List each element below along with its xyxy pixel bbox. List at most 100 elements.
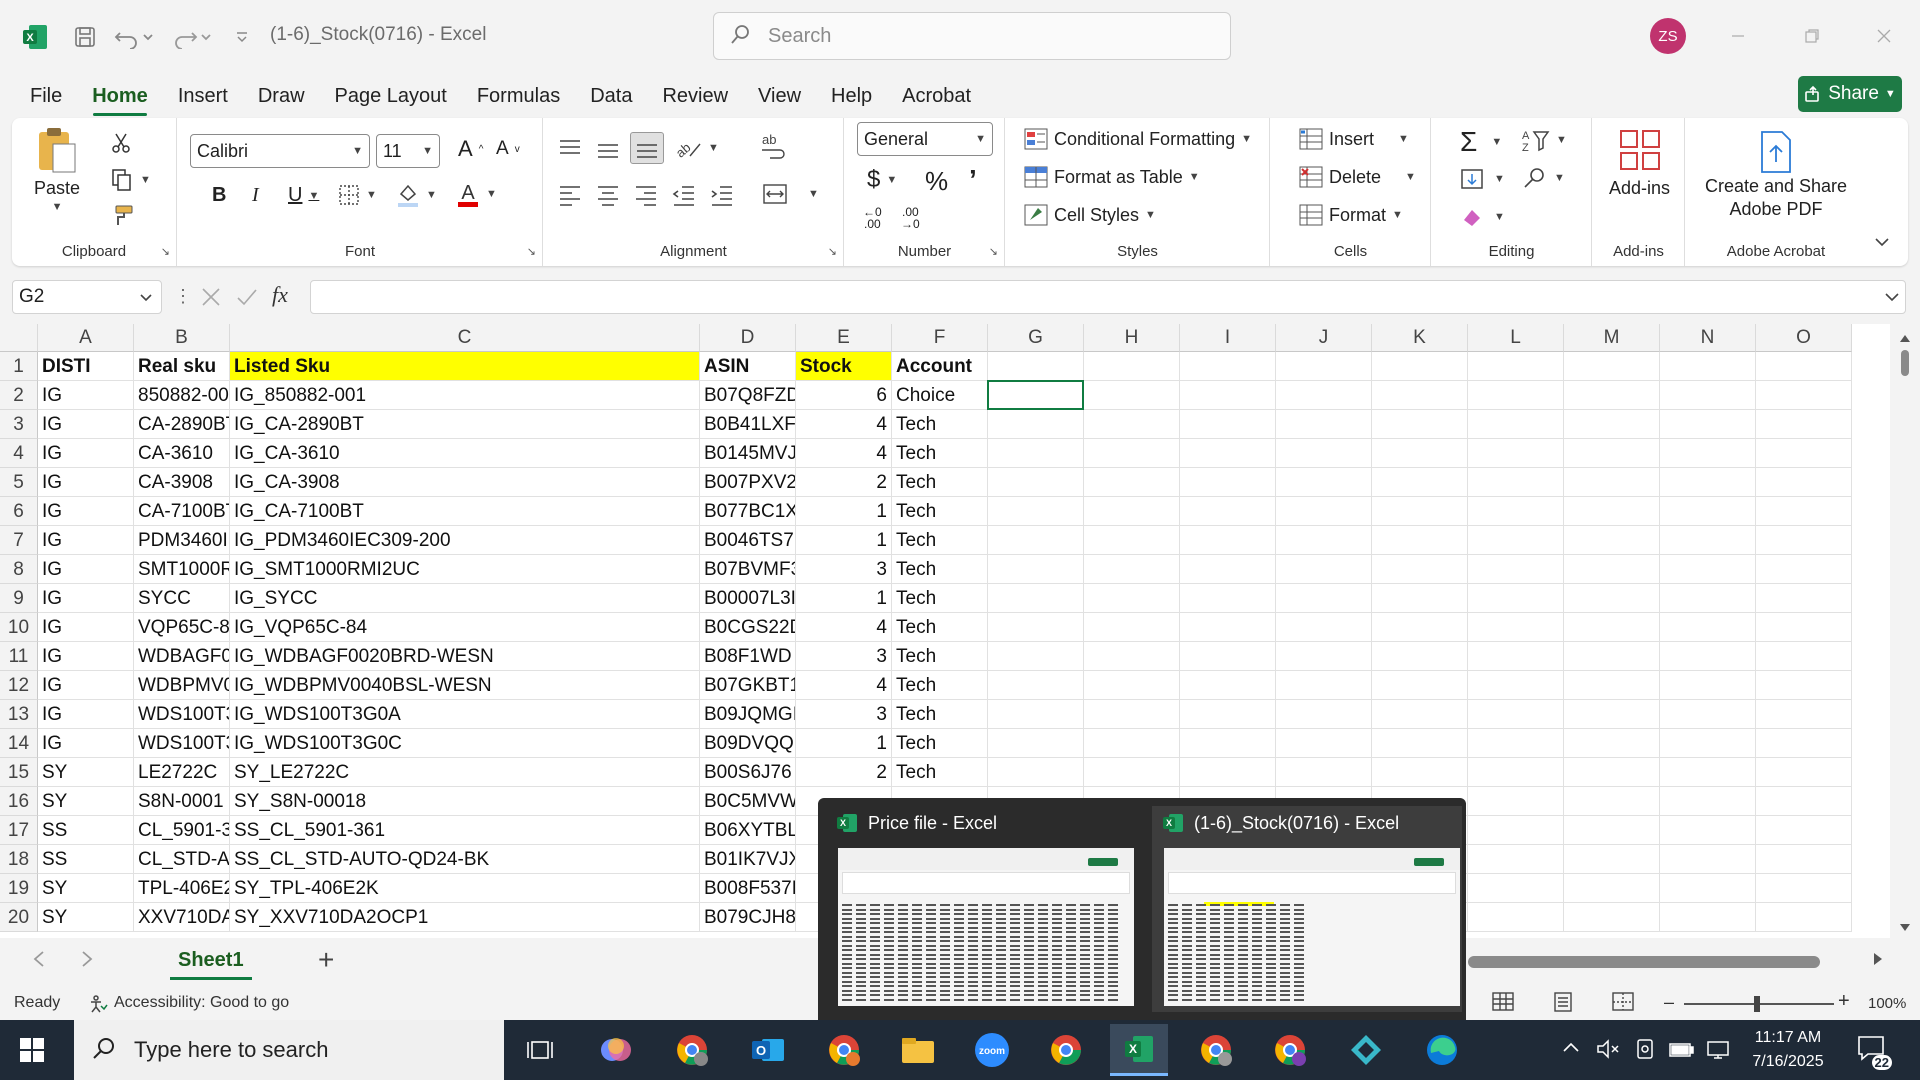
cell-d6[interactable]: B077BC1X (700, 497, 796, 526)
add-sheet-icon[interactable]: + (318, 944, 334, 976)
tab-help[interactable]: Help (816, 78, 887, 114)
align-bottom-icon[interactable] (630, 132, 664, 164)
row-header[interactable]: 18 (0, 845, 38, 874)
clipboard-launcher-icon[interactable]: ↘ (161, 245, 170, 258)
delete-cells-button[interactable]: Delete ▼ (1299, 166, 1416, 188)
cell-n4[interactable] (1660, 439, 1756, 468)
row-header[interactable]: 4 (0, 439, 38, 468)
cell-h6[interactable] (1084, 497, 1180, 526)
cell-o9[interactable] (1756, 584, 1852, 613)
notifications-icon[interactable]: 22 (1856, 1034, 1892, 1070)
cell-b16[interactable]: S8N-0001 (134, 787, 230, 816)
cell-b11[interactable]: WDBAGF0 (134, 642, 230, 671)
bold-icon[interactable]: B (212, 184, 226, 207)
cell-m20[interactable] (1564, 903, 1660, 932)
cell-g9[interactable] (988, 584, 1084, 613)
cell-o10[interactable] (1756, 613, 1852, 642)
format-cells-button[interactable]: Format ▼ (1299, 204, 1403, 226)
cell-c1[interactable]: Listed Sku (230, 352, 700, 381)
normal-view-icon[interactable] (1492, 992, 1514, 1017)
zoom-app-icon[interactable]: zoom (968, 1028, 1016, 1072)
row-header[interactable]: 16 (0, 787, 38, 816)
cut-button[interactable] (110, 132, 132, 154)
cell-c15[interactable]: SY_LE2722C (230, 758, 700, 787)
cell-d2[interactable]: B07Q8FZD (700, 381, 796, 410)
row-header[interactable]: 14 (0, 729, 38, 758)
cell-b18[interactable]: CL_STD-AU (134, 845, 230, 874)
cell-h9[interactable] (1084, 584, 1180, 613)
cell-i5[interactable] (1180, 468, 1276, 497)
row-header[interactable]: 12 (0, 671, 38, 700)
tab-draw[interactable]: Draw (243, 78, 320, 114)
cell-o16[interactable] (1756, 787, 1852, 816)
cell-h8[interactable] (1084, 555, 1180, 584)
column-header-n[interactable]: N (1660, 324, 1756, 352)
cell-o5[interactable] (1756, 468, 1852, 497)
cell-i15[interactable] (1180, 758, 1276, 787)
insert-cells-button[interactable]: Insert ▼ (1299, 128, 1409, 150)
cancel-entry-icon[interactable] (200, 286, 222, 313)
cell-b1[interactable]: Real sku (134, 352, 230, 381)
cell-g15[interactable] (988, 758, 1084, 787)
cell-k8[interactable] (1372, 555, 1468, 584)
customize-qat-icon[interactable] (230, 22, 254, 52)
name-box[interactable]: G2 (12, 280, 162, 314)
row-header[interactable]: 13 (0, 700, 38, 729)
column-header-e[interactable]: E (796, 324, 892, 352)
cell-a7[interactable]: IG (38, 526, 134, 555)
cell-c11[interactable]: IG_WDBAGF0020BRD-WESN (230, 642, 700, 671)
avatar[interactable]: ZS (1650, 18, 1686, 54)
cell-c6[interactable]: IG_CA-7100BT (230, 497, 700, 526)
cell-j15[interactable] (1276, 758, 1372, 787)
clear-icon[interactable]: ▼ (1460, 206, 1505, 228)
cell-a11[interactable]: IG (38, 642, 134, 671)
select-all-corner[interactable] (0, 324, 38, 352)
cell-d11[interactable]: B08F1WD (700, 642, 796, 671)
cell-i3[interactable] (1180, 410, 1276, 439)
cell-m5[interactable] (1564, 468, 1660, 497)
align-right-icon[interactable] (634, 184, 658, 206)
cell-m7[interactable] (1564, 526, 1660, 555)
cell-f10[interactable]: Tech (892, 613, 988, 642)
cell-d19[interactable]: B008F537I (700, 874, 796, 903)
cell-b2[interactable]: 850882-00 (134, 381, 230, 410)
cell-i7[interactable] (1180, 526, 1276, 555)
cell-k1[interactable] (1372, 352, 1468, 381)
cell-n7[interactable] (1660, 526, 1756, 555)
cell-m10[interactable] (1564, 613, 1660, 642)
cell-c19[interactable]: SY_TPL-406E2K (230, 874, 700, 903)
cell-e13[interactable]: 3 (796, 700, 892, 729)
cell-i6[interactable] (1180, 497, 1276, 526)
taskbar-time[interactable]: 11:17 AM (1740, 1026, 1836, 1050)
cell-o18[interactable] (1756, 845, 1852, 874)
cell-a5[interactable]: IG (38, 468, 134, 497)
zoom-level[interactable]: 100% (1868, 995, 1906, 1012)
cell-j9[interactable] (1276, 584, 1372, 613)
cell-l5[interactable] (1468, 468, 1564, 497)
cell-f11[interactable]: Tech (892, 642, 988, 671)
cell-f6[interactable]: Tech (892, 497, 988, 526)
cell-g13[interactable] (988, 700, 1084, 729)
cell-o11[interactable] (1756, 642, 1852, 671)
number-launcher-icon[interactable]: ↘ (989, 245, 998, 258)
cell-d18[interactable]: B01IK7VJX (700, 845, 796, 874)
cell-a20[interactable]: SY (38, 903, 134, 932)
network-icon[interactable] (1706, 1038, 1730, 1065)
cell-m2[interactable] (1564, 381, 1660, 410)
merge-center-icon[interactable]: ▼ (762, 182, 819, 206)
row-header[interactable]: 3 (0, 410, 38, 439)
cell-a2[interactable]: IG (38, 381, 134, 410)
cell-a16[interactable]: SY (38, 787, 134, 816)
cell-l12[interactable] (1468, 671, 1564, 700)
cell-h1[interactable] (1084, 352, 1180, 381)
cell-f8[interactable]: Tech (892, 555, 988, 584)
borders-icon[interactable]: ▼ (338, 184, 377, 206)
prev-sheet-icon[interactable] (32, 950, 46, 973)
cell-a3[interactable]: IG (38, 410, 134, 439)
cell-n12[interactable] (1660, 671, 1756, 700)
cell-m13[interactable] (1564, 700, 1660, 729)
share-button[interactable]: Share ▼ (1798, 76, 1902, 112)
alignment-launcher-icon[interactable]: ↘ (828, 245, 837, 258)
cell-l8[interactable] (1468, 555, 1564, 584)
cell-a13[interactable]: IG (38, 700, 134, 729)
